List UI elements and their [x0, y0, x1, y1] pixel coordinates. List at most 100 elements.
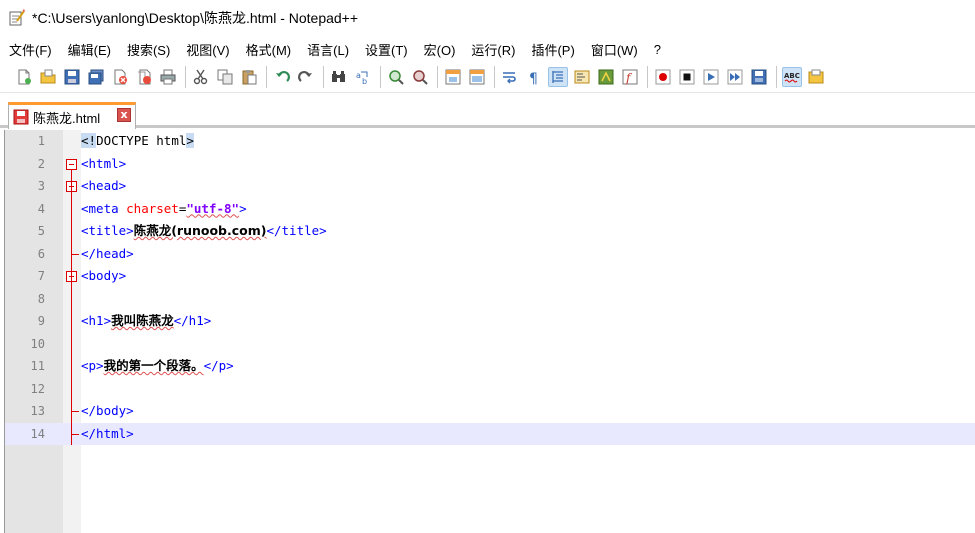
tab-strip: 陈燕龙.html x: [0, 100, 975, 129]
menu-item[interactable]: 宏(O): [419, 38, 462, 61]
menu-item[interactable]: 编辑(E): [63, 38, 117, 61]
line-number: 2: [37, 156, 45, 171]
code-token: <html>: [81, 155, 127, 171]
function-list-icon[interactable]: [596, 67, 616, 87]
fold-end-marker: [71, 411, 79, 412]
toolbar-separator: [185, 65, 186, 88]
copy-icon[interactable]: [215, 67, 235, 87]
menu-item[interactable]: 语言(L): [302, 38, 355, 61]
code-text: <title>陈燕龙(runoob.com)</title>: [81, 220, 327, 243]
code-line[interactable]: 2 <html>: [5, 153, 975, 176]
zoom-out-icon[interactable]: [410, 67, 430, 87]
window-title: *C:\Users\yanlong\Desktop\陈燕龙.html - Not…: [32, 10, 359, 26]
code-editor[interactable]: 1 <!DOCTYPE html> 2 <html> 3 <head> 4 <meta cha…: [4, 130, 975, 533]
code-token: 我的第一个段落。: [103, 358, 204, 373]
menu-item[interactable]: 运行(R): [466, 38, 521, 61]
print-icon[interactable]: [158, 67, 178, 87]
code-line[interactable]: 14 </html>: [5, 422, 975, 445]
code-token: 陈燕龙(runoob.com): [133, 223, 267, 238]
line-number: 5: [37, 224, 45, 238]
menu-bar: 文件(F) 编辑(E) 搜索(S) 视图(V) 格式(M) 语言(L) 设置(T) 宏(O) 运…: [0, 38, 975, 60]
run-macro-multiple-icon[interactable]: [725, 67, 745, 87]
zoom-in-icon[interactable]: [386, 67, 406, 87]
code-line[interactable]: 6 </head>: [5, 243, 975, 266]
menu-item[interactable]: 窗口(W): [586, 38, 644, 61]
sync-horizontal-icon[interactable]: [467, 67, 487, 87]
menu-item[interactable]: 设置(T): [360, 38, 414, 61]
new-file-icon[interactable]: [14, 67, 34, 87]
code-line[interactable]: 4 <meta charset="utf-8">: [5, 198, 975, 221]
save-macro-icon[interactable]: [749, 67, 769, 87]
toolbar-separator: [776, 65, 777, 88]
paste-icon[interactable]: [239, 67, 259, 87]
code-token: <h1>: [81, 313, 112, 328]
code-line[interactable]: 7 <body>: [5, 265, 975, 288]
tab-label: 陈燕龙.html: [33, 110, 101, 126]
line-number: 7: [37, 269, 45, 283]
code-line[interactable]: 9 <h1>我叫陈燕龙</h1>: [5, 310, 975, 333]
code-text: </head>: [81, 243, 134, 266]
svg-text:a: a: [356, 71, 361, 80]
line-number: 13: [30, 404, 45, 418]
cut-icon[interactable]: [191, 67, 211, 87]
extra-icon[interactable]: [806, 67, 826, 87]
code-token: "utf-8": [186, 200, 240, 216]
menu-item[interactable]: 视图(V): [181, 38, 235, 61]
code-line[interactable]: 12: [5, 378, 975, 401]
word-wrap-icon[interactable]: [500, 67, 520, 87]
record-macro-icon[interactable]: [653, 67, 673, 87]
open-file-icon[interactable]: [38, 67, 58, 87]
find-icon[interactable]: [329, 67, 349, 87]
code-line[interactable]: 8: [5, 288, 975, 311]
code-token: </title>: [266, 223, 327, 238]
indent-guide-icon[interactable]: [548, 66, 568, 87]
menu-item[interactable]: ?: [649, 40, 667, 59]
code-text: </body>: [81, 400, 134, 423]
menu-item[interactable]: 搜索(S): [122, 38, 176, 61]
save-icon[interactable]: [62, 67, 82, 87]
tab-close-icon[interactable]: x: [117, 108, 131, 122]
menu-item[interactable]: 格式(M): [241, 38, 298, 61]
code-token: <title>: [81, 223, 134, 238]
play-macro-icon[interactable]: [701, 67, 721, 87]
notepad-plus-plus-icon: [8, 9, 26, 27]
toolbar-separator: [494, 65, 495, 88]
sync-vertical-icon[interactable]: [443, 67, 463, 87]
save-all-icon[interactable]: [86, 67, 106, 87]
fold-toggle-icon[interactable]: [66, 158, 77, 170]
code-text: <head>: [81, 175, 126, 198]
line-number: 9: [37, 314, 45, 328]
code-line[interactable]: 13 </body>: [5, 400, 975, 423]
show-all-chars-icon[interactable]: ¶: [524, 67, 544, 87]
code-token: </html>: [81, 425, 134, 441]
close-icon[interactable]: [110, 67, 130, 87]
code-line[interactable]: 11 <p>我的第一个段落。</p>: [5, 355, 975, 378]
code-line[interactable]: 5 <title>陈燕龙(runoob.com)</title>: [5, 220, 975, 243]
code-text: <meta charset="utf-8">: [81, 198, 247, 221]
stop-record-icon[interactable]: [677, 67, 697, 87]
close-all-icon[interactable]: [134, 67, 154, 87]
code-text: <html>: [81, 153, 126, 176]
code-line[interactable]: 10: [5, 333, 975, 356]
redo-icon[interactable]: [296, 67, 316, 87]
code-token: <p>: [81, 358, 104, 373]
svg-text:b: b: [362, 77, 367, 85]
code-token: <meta: [81, 200, 127, 216]
menu-item[interactable]: 文件(F): [4, 38, 58, 61]
code-line[interactable]: 1 <!DOCTYPE html>: [5, 130, 975, 153]
code-token: DOCTYPE html: [96, 133, 187, 148]
menu-item[interactable]: 插件(P): [526, 38, 580, 61]
code-line[interactable]: 3 <head>: [5, 175, 975, 198]
tab-current-file[interactable]: 陈燕龙.html x: [8, 102, 136, 129]
line-number: 4: [37, 201, 45, 216]
code-text: <body>: [81, 265, 126, 288]
replace-icon[interactable]: ab: [353, 67, 373, 87]
unsaved-file-icon: [13, 109, 29, 125]
code-text: <h1>我叫陈燕龙</h1>: [81, 310, 211, 333]
undo-icon[interactable]: [272, 67, 292, 87]
code-token: </p>: [203, 358, 234, 373]
spell-check-icon[interactable]: ABC: [782, 66, 802, 87]
folder-workspace-icon[interactable]: f: [620, 67, 640, 87]
line-number: 10: [30, 336, 45, 351]
document-map-icon[interactable]: [572, 67, 592, 87]
